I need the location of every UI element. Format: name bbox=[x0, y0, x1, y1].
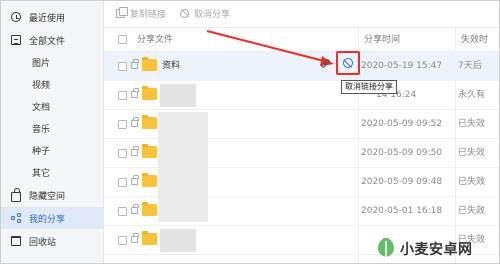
app-window: 最近使用 全部文件 图片 视频 文档 音乐 种子 其它 隐藏空间 我的分享 回收… bbox=[0, 0, 500, 264]
tooltip: 取消链接分享 bbox=[341, 80, 397, 94]
annotation-arrow bbox=[206, 30, 334, 66]
watermark-text: 小麦安卓网 bbox=[400, 242, 473, 258]
cancel-share-icon[interactable] bbox=[343, 58, 353, 68]
link-icon[interactable] bbox=[320, 58, 331, 69]
